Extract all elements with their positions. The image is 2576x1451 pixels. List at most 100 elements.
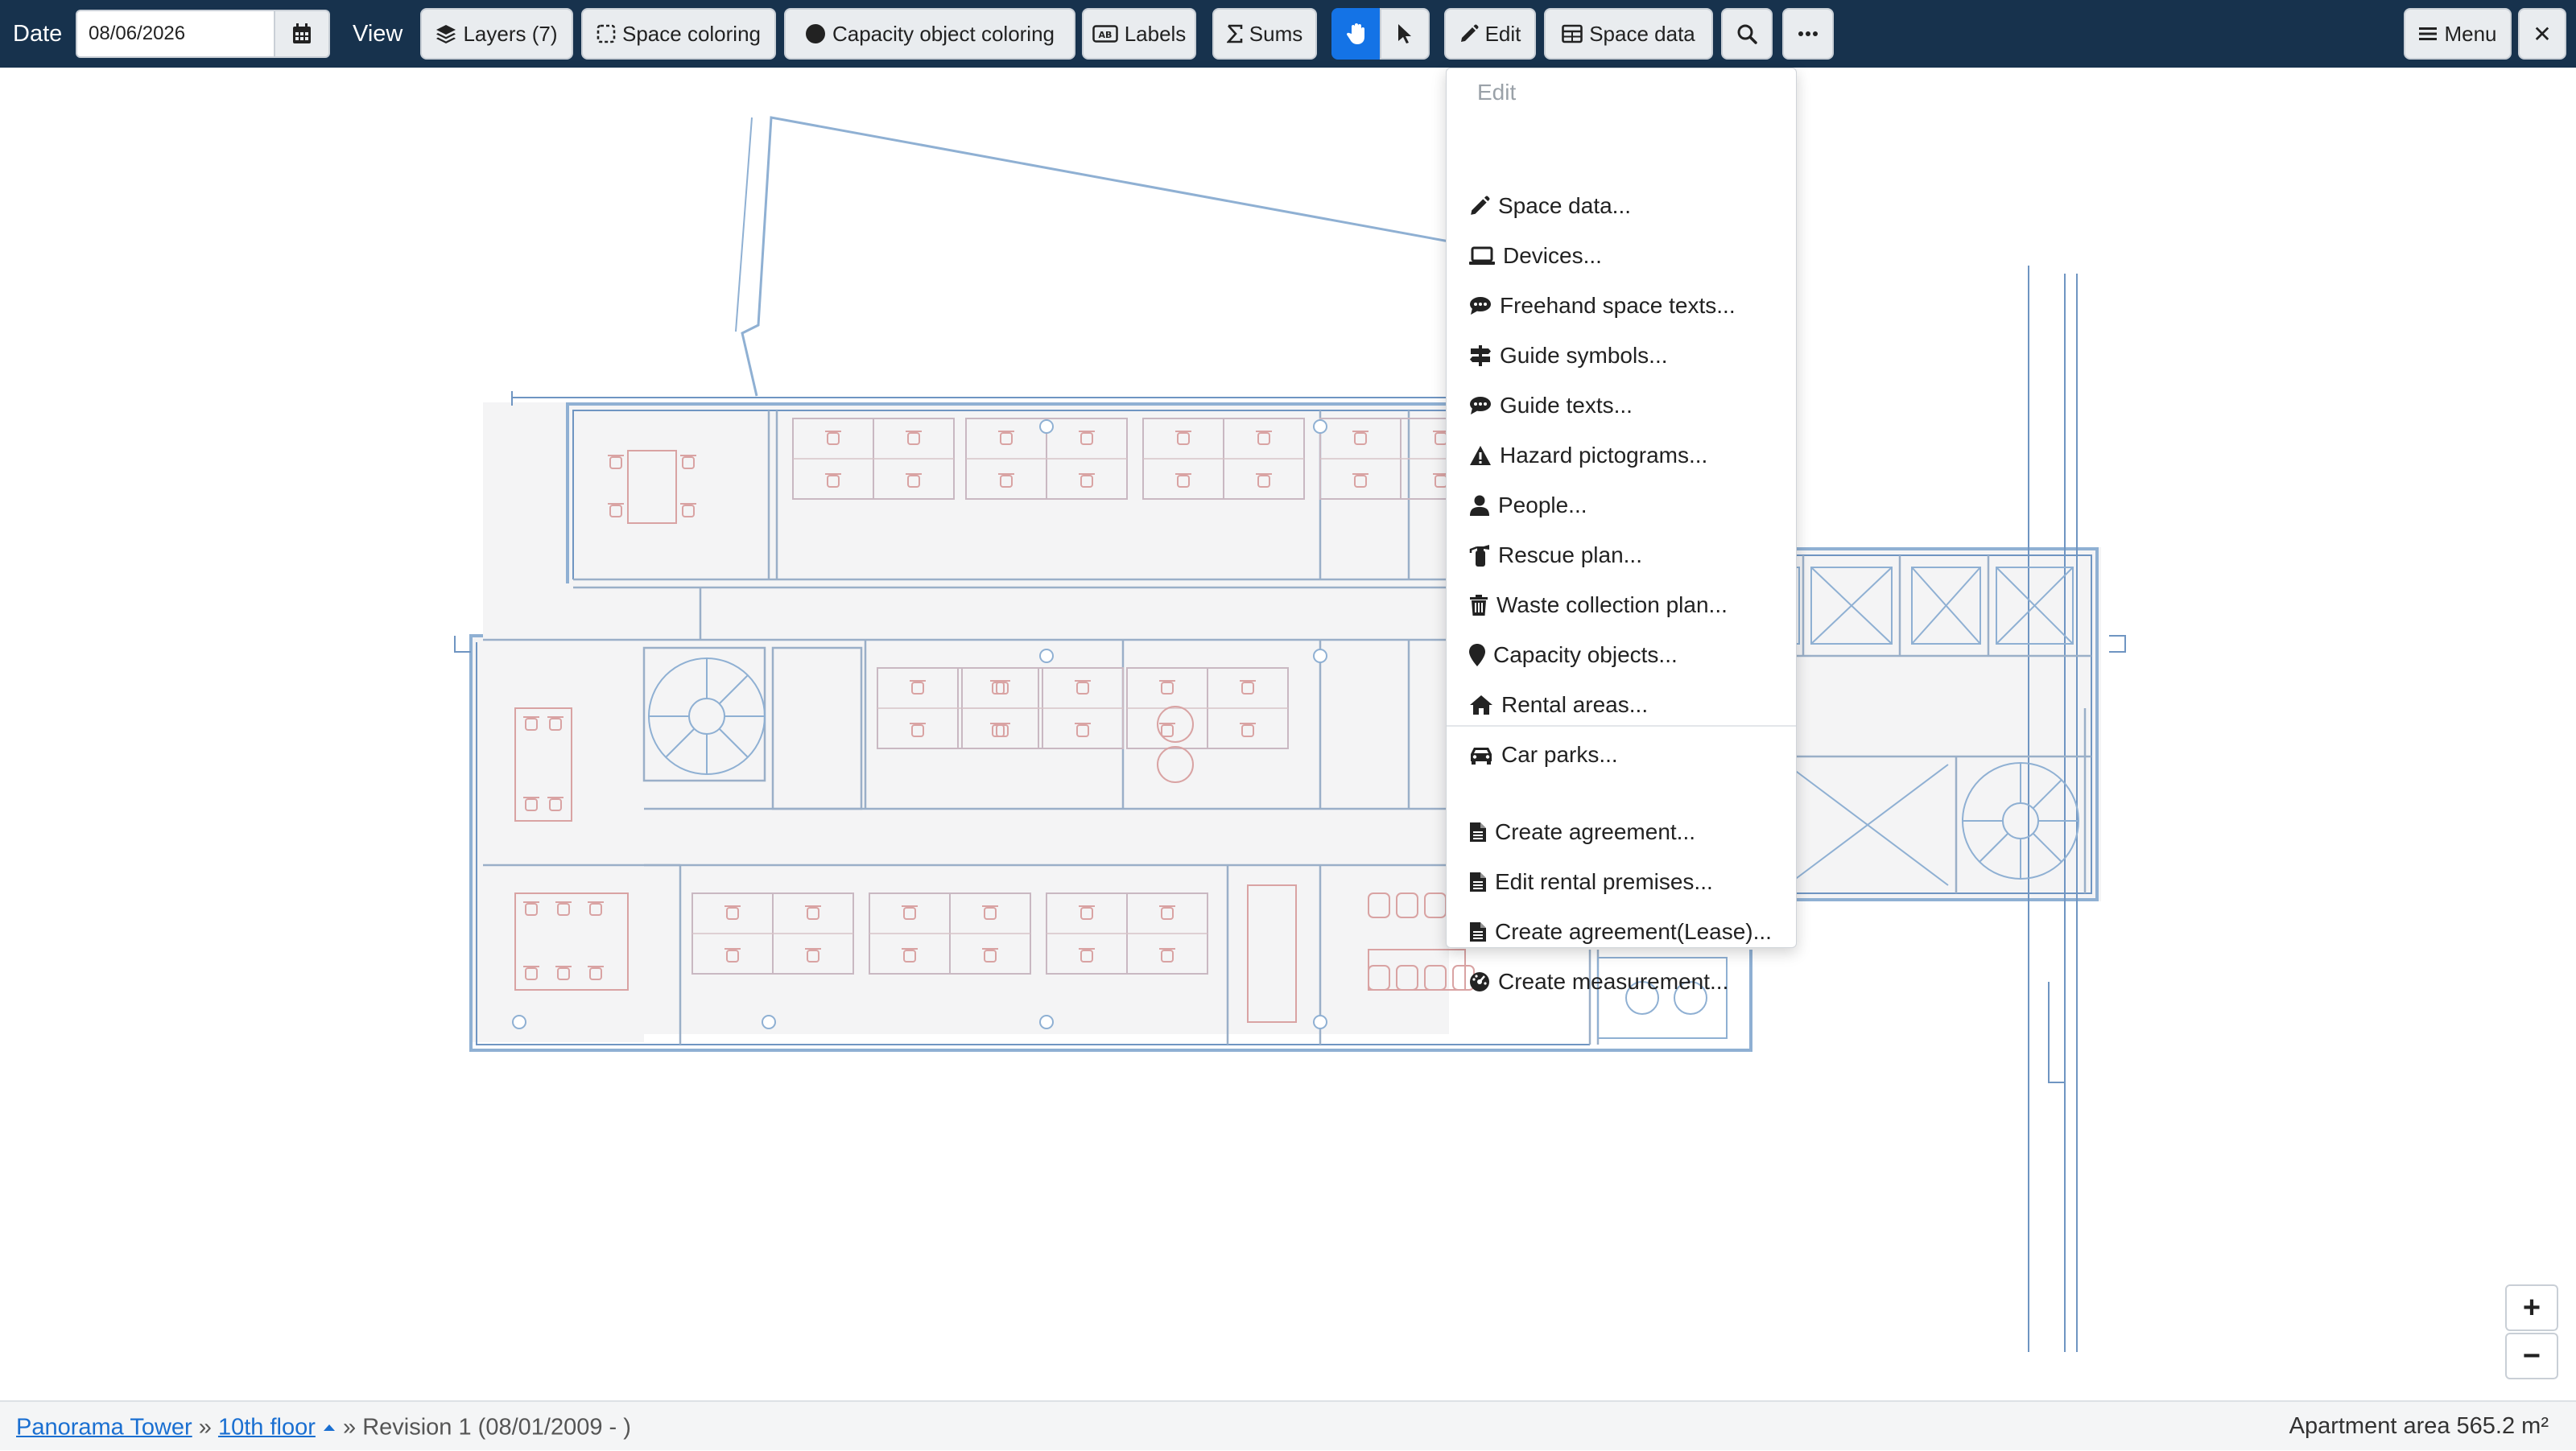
zoom-in-button[interactable]: + [2505,1284,2558,1331]
caret-up-icon[interactable] [322,1421,336,1432]
date-label: Date [13,21,63,47]
edit-dropdown-menu: Edit Space data... Devices... Freehand s… [1446,68,1797,994]
floor-plan-canvas[interactable] [0,68,2576,1400]
menu-item-label: Car parks... [1501,742,1618,767]
file-icon [1470,922,1486,942]
menu-item-capacity-objects[interactable]: Capacity objects... [1469,635,1791,675]
menu-item-rental-areas[interactable]: Rental areas... [1469,685,1791,725]
signpost-icon [1470,345,1491,366]
hamburger-icon [2419,27,2438,40]
menu-item-edit-rental-premises[interactable]: Edit rental premises... [1469,862,1791,902]
menu-item-label: Guide texts... [1500,393,1633,418]
menu-item-label: Edit rental premises... [1495,869,1713,894]
menu-item-label: Devices... [1503,243,1602,268]
menu-button[interactable]: Menu [2404,8,2512,60]
menu-item-label: Create agreement... [1495,819,1696,844]
hand-icon [1346,23,1364,44]
revision-text: » Revision 1 (08/01/2009 - ) [343,1414,631,1441]
sigma-icon [1226,24,1243,43]
breadcrumb-building-link[interactable]: Panorama Tower [16,1414,192,1440]
breadcrumb-separator: » [198,1414,212,1441]
pencil-icon [1471,196,1490,215]
trash-icon [1470,595,1488,616]
menu-item-create-agreement[interactable]: Create agreement... [1469,812,1791,852]
space-coloring-button[interactable]: Space coloring [581,8,776,60]
menu-item-label: People... [1498,493,1587,517]
user-icon [1470,495,1489,516]
close-button[interactable]: ✕ [2518,8,2566,60]
menu-item-waste-collection-plan[interactable]: Waste collection plan... [1469,585,1791,625]
menu-item-guide-symbols[interactable]: Guide symbols... [1469,336,1791,376]
menu-item-label: Guide symbols... [1500,343,1668,368]
search-icon [1737,24,1757,44]
minus-icon: − [2522,1338,2541,1373]
dashed-square-icon [597,24,616,43]
status-bar: Panorama Tower » 10th floor » Revision 1… [0,1400,2576,1450]
more-options-button[interactable] [1782,8,1834,60]
close-icon: ✕ [2533,21,2552,47]
home-icon [1470,695,1492,715]
calendar-icon [293,23,311,43]
file-icon [1470,872,1486,892]
file-icon [1470,822,1486,842]
warning-icon [1470,446,1491,465]
capacity-coloring-label: Capacity object coloring [832,21,1055,46]
space-data-button-label: Space data [1589,21,1695,46]
menu-item-guide-texts[interactable]: Guide texts... [1469,385,1791,426]
search-button[interactable] [1721,8,1773,60]
laptop-icon [1469,246,1495,265]
menu-item-people[interactable]: People... [1469,485,1791,526]
menu-item-label: Rescue plan... [1498,542,1642,567]
calendar-button[interactable] [275,10,330,58]
menu-divider [1447,725,1796,727]
menu-button-label: Menu [2444,21,2497,46]
zoom-out-button[interactable]: − [2505,1333,2558,1379]
menu-item-rescue-plan[interactable]: Rescue plan... [1469,535,1791,575]
pan-tool-button[interactable] [1331,8,1381,60]
breadcrumb-floor-link[interactable]: 10th floor [218,1414,316,1440]
view-label: View [353,21,403,47]
sums-button-label: Sums [1249,21,1303,46]
menu-item-create-measurement[interactable]: Create measurement... [1469,962,1791,1002]
layers-button[interactable]: Layers (7) [420,8,573,60]
menu-item-space-data[interactable]: Space data... [1469,186,1791,226]
apartment-area-text: Apartment area 565.2 m² [2289,1413,2549,1439]
table-icon [1562,24,1583,43]
breadcrumb: Panorama Tower » 10th floor » Revision 1… [16,1402,631,1450]
edit-button-label: Edit [1484,21,1521,46]
labels-button[interactable]: AB Labels [1082,8,1196,60]
menu-item-create-agreement-lease[interactable]: Create agreement(Lease)... [1469,912,1791,952]
layers-button-label: Layers (7) [463,21,558,46]
menu-item-label: Freehand space texts... [1500,293,1736,318]
gauge-icon [1470,972,1489,991]
menu-item-label: Space data... [1498,193,1632,218]
menu-item-label: Hazard pictograms... [1500,443,1708,468]
top-toolbar: Date View Layers (7) Space coloring Capa… [0,0,2576,68]
menu-item-hazard-pictograms[interactable]: Hazard pictograms... [1469,435,1791,476]
map-marker-icon [1469,644,1485,666]
menu-item-label: Create agreement(Lease)... [1495,919,1772,944]
car-icon [1471,748,1492,765]
space-data-button[interactable]: Space data [1544,8,1713,60]
cursor-arrow-icon [1398,24,1411,43]
edit-menu-header: Edit [1477,80,1517,105]
ellipsis-icon [1798,31,1818,36]
menu-item-label: Rental areas... [1501,692,1649,717]
menu-item-devices[interactable]: Devices... [1469,236,1791,276]
menu-item-label: Create measurement... [1498,969,1729,994]
menu-item-label: Waste collection plan... [1496,592,1728,617]
layers-icon [436,25,456,43]
date-input[interactable] [76,10,275,58]
menu-item-freehand-space-texts[interactable]: Freehand space texts... [1469,286,1791,326]
circle-icon [805,24,825,43]
menu-item-label: Capacity objects... [1493,642,1678,667]
floor-plan-drawing [454,116,2126,1352]
capacity-object-coloring-button[interactable]: Capacity object coloring [784,8,1075,60]
sums-button[interactable]: Sums [1212,8,1317,60]
edit-button[interactable]: Edit [1444,8,1536,60]
space-coloring-label: Space coloring [622,21,761,46]
svg-text:AB: AB [1098,30,1112,40]
menu-item-car-parks[interactable]: Car parks... [1469,735,1791,775]
select-tool-button[interactable] [1380,8,1430,60]
comment-icon [1470,297,1491,315]
